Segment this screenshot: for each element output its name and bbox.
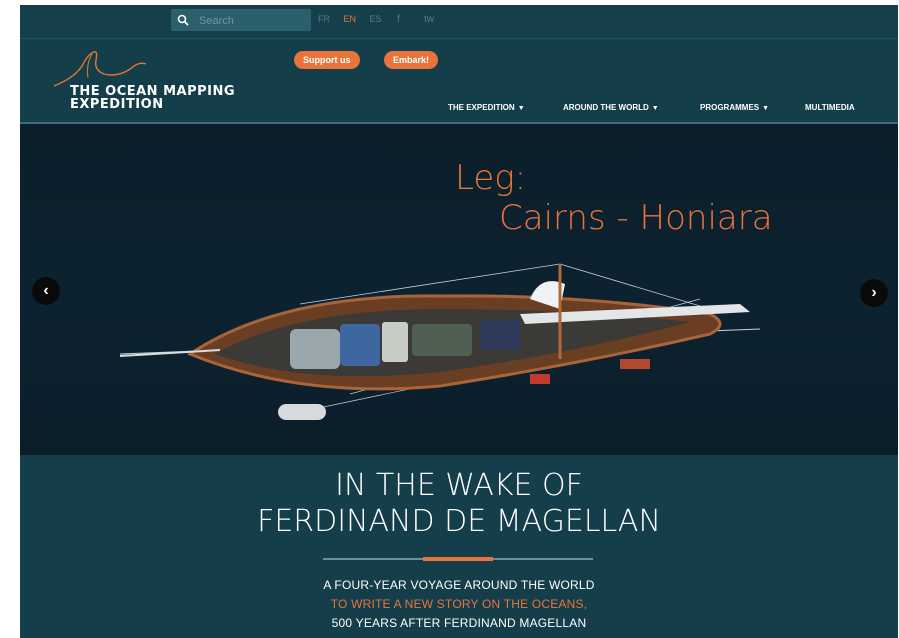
embark-button[interactable]: Embark!	[384, 51, 439, 69]
chevron-right-icon: ›	[871, 284, 877, 301]
divider	[323, 557, 593, 561]
slide-title-line-2: Cairns - Honiara	[499, 198, 773, 238]
nav-item-around-the-world[interactable]: AROUND THE WORLD ▼	[563, 103, 659, 112]
tagline-line-2: TO WRITE A NEW STORY ON THE OCEANS,	[330, 597, 588, 611]
twitter-icon[interactable]: tw	[424, 14, 434, 25]
slide-title-line-1: Leg:	[455, 158, 527, 198]
slide-title: Leg: Cairns - Honiara	[455, 158, 773, 238]
site-header: THE OCEAN MAPPING EXPEDITION Support us …	[20, 38, 898, 124]
hero-slider: Leg: Cairns - Honiara ‹ ›	[20, 124, 898, 455]
nav-item-multimedia[interactable]: MULTIMEDIA	[805, 103, 855, 112]
tagline-line-1: A FOUR-YEAR VOYAGE AROUND THE WORLD	[323, 578, 595, 592]
language-es[interactable]: ES	[370, 14, 382, 24]
nav-label: THE EXPEDITION	[448, 103, 515, 112]
page: FR EN ES f tw THE OCEAN MAPPING EXPEDITI…	[20, 5, 898, 638]
top-utility-bar: FR EN ES f tw	[20, 5, 898, 39]
nav-label: PROGRAMMES	[700, 103, 760, 112]
search-icon[interactable]	[177, 13, 189, 31]
slider-prev-button[interactable]: ‹	[32, 277, 60, 305]
headline-line-2: FERDINAND DE MAGELLAN	[257, 504, 661, 539]
language-switcher: FR EN ES	[318, 14, 393, 24]
divider-accent	[423, 557, 493, 561]
intro-tagline: A FOUR-YEAR VOYAGE AROUND THE WORLD TO W…	[20, 576, 898, 633]
tagline-line-3: 500 YEARS AFTER FERDINAND MAGELLAN	[331, 616, 587, 630]
chevron-down-icon: ▼	[517, 105, 525, 112]
nav-label: MULTIMEDIA	[805, 103, 855, 112]
language-fr[interactable]: FR	[318, 14, 330, 24]
logo-line-2: EXPEDITION	[70, 97, 164, 112]
nav-label: AROUND THE WORLD	[563, 103, 649, 112]
facebook-icon[interactable]: f	[397, 14, 400, 25]
slider-next-button[interactable]: ›	[860, 279, 888, 307]
nav-item-the-expedition[interactable]: THE EXPEDITION ▼	[448, 103, 525, 112]
intro-headline: IN THE WAKE OF FERDINAND DE MAGELLAN	[20, 468, 898, 540]
chevron-down-icon: ▼	[651, 105, 659, 112]
nav-item-programmes[interactable]: PROGRAMMES ▼	[700, 103, 769, 112]
support-us-button[interactable]: Support us	[294, 51, 360, 69]
chevron-down-icon: ▼	[762, 105, 770, 112]
search-box[interactable]	[171, 9, 311, 31]
headline-line-1: IN THE WAKE OF	[335, 468, 583, 503]
site-logo[interactable]: THE OCEAN MAPPING EXPEDITION	[70, 85, 235, 111]
search-input[interactable]	[197, 11, 309, 31]
language-en[interactable]: EN	[344, 14, 357, 24]
chevron-left-icon: ‹	[43, 282, 49, 299]
